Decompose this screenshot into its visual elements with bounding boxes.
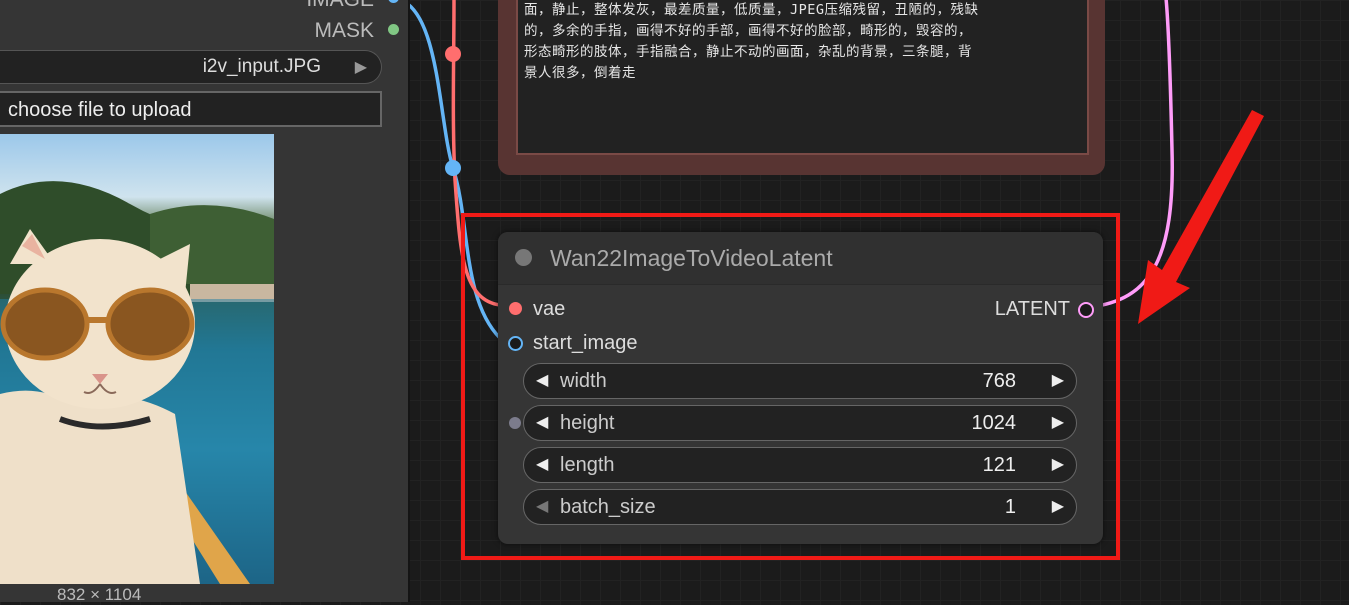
cat-image [0, 181, 274, 584]
mask-output-slot[interactable] [388, 24, 399, 35]
image-file-combo[interactable]: i2v_input.JPG ▶ [0, 50, 382, 84]
annotation-arrow-icon [1138, 110, 1264, 324]
image-preview [0, 134, 274, 584]
vae-reroute-dot [445, 46, 461, 62]
image-file-value: i2v_input.JPG [202, 56, 321, 77]
prompt-textarea[interactable]: 面，静止，整体发灰，最差质量，低质量，JPEG压缩残留，丑陋的，残缺 的，多余的… [516, 0, 1089, 155]
image-dimensions: 832 × 1104 [57, 585, 142, 604]
image-output-label: IMAGE [306, 0, 374, 12]
image-reroute-dot [445, 160, 461, 176]
prompt-line: 形态畸形的肢体，手指融合，静止不动的画面，杂乱的背景，三条腿，背 [524, 44, 972, 60]
image-output-slot[interactable] [388, 0, 399, 3]
prompt-line: 景人很多，倒着走 [524, 65, 636, 81]
mask-output-label: MASK [314, 19, 374, 42]
negative-prompt-node[interactable]: 面，静止，整体发灰，最差质量，低质量，JPEG压缩残留，丑陋的，残缺 的，多余的… [498, 0, 1105, 175]
prompt-line: 面，静止，整体发灰，最差质量，低质量，JPEG压缩残留，丑陋的，残缺 [524, 2, 979, 18]
highlight-box [461, 213, 1120, 560]
upload-button[interactable]: choose file to upload [0, 91, 382, 127]
combo-arrow-icon: ▶ [354, 59, 367, 76]
prompt-line: 的，多余的手指，画得不好的手部，画得不好的脸部，畸形的，毁容的， [524, 23, 972, 39]
upload-button-label: choose file to upload [8, 99, 192, 121]
load-image-node[interactable]: IMAGE MASK i2v_input.JPG ▶ choose file t… [0, 0, 410, 604]
